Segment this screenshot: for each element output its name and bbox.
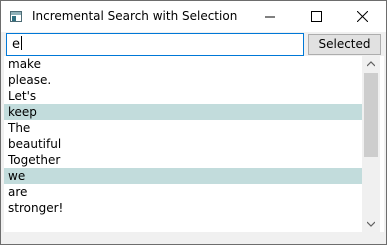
close-button[interactable] <box>340 1 386 32</box>
chevron-up-icon <box>367 61 375 67</box>
window-title: Incremental Search with Selection <box>32 9 238 23</box>
list-item[interactable]: stronger! <box>4 200 365 216</box>
list-item[interactable]: Together <box>4 152 365 168</box>
list-item[interactable]: keep <box>4 104 365 120</box>
scrollbar-thumb[interactable] <box>364 73 378 157</box>
app-icon <box>10 11 22 22</box>
word-list[interactable]: make please. Let's keep The beautiful Together… <box>4 56 384 232</box>
minimize-icon <box>265 16 275 18</box>
list-item[interactable]: make <box>4 56 365 72</box>
maximize-icon <box>311 11 322 22</box>
minimize-button[interactable] <box>248 1 294 32</box>
search-input-value: e <box>12 37 20 52</box>
text-caret <box>21 36 22 50</box>
list-item[interactable]: are <box>4 184 365 200</box>
list-item[interactable]: The <box>4 120 365 136</box>
search-input[interactable]: e <box>6 33 304 56</box>
chevron-down-icon <box>367 221 375 227</box>
list-item[interactable]: Let's <box>4 88 365 104</box>
window-bottom-edge <box>1 232 386 244</box>
scroll-down-button[interactable] <box>362 216 380 232</box>
vertical-scrollbar[interactable] <box>362 56 380 232</box>
scroll-up-button[interactable] <box>362 56 380 72</box>
app-window: Incremental Search with Selection e Sele… <box>0 0 387 245</box>
title-bar[interactable]: Incremental Search with Selection <box>1 1 386 32</box>
list-item[interactable]: beautiful <box>4 136 365 152</box>
list-item[interactable]: please. <box>4 72 365 88</box>
list-item[interactable]: we <box>4 168 365 184</box>
selected-button[interactable]: Selected <box>308 34 381 55</box>
maximize-button[interactable] <box>294 1 340 32</box>
close-icon <box>357 11 368 22</box>
